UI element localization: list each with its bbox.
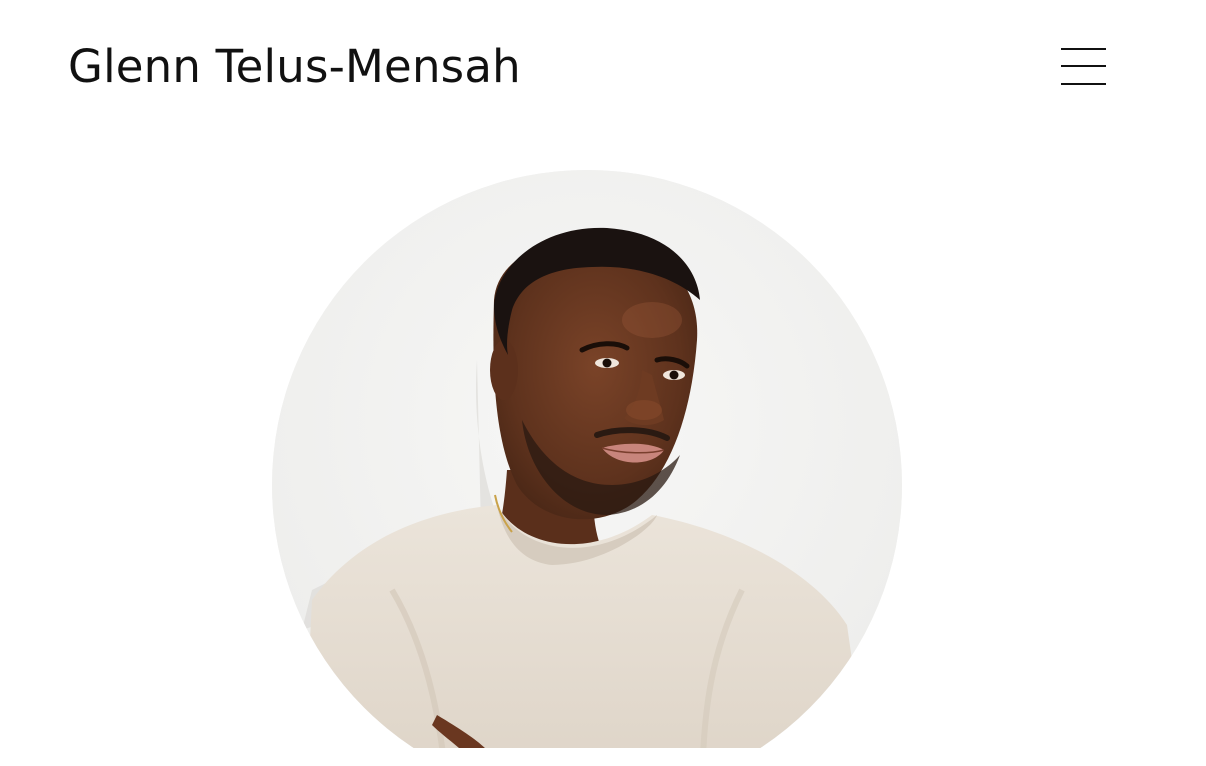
menu-bar-middle: [1061, 65, 1106, 67]
menu-bar-bottom: [1061, 83, 1106, 85]
site-header: Glenn Telus-Mensah: [0, 0, 1206, 130]
menu-bar-top: [1061, 48, 1106, 50]
profile-photo: [272, 170, 902, 748]
menu-button[interactable]: [1058, 44, 1108, 88]
portrait-frame: [272, 170, 902, 748]
portrait-illustration: [272, 170, 902, 748]
site-title-link[interactable]: Glenn Telus-Mensah: [68, 37, 521, 97]
